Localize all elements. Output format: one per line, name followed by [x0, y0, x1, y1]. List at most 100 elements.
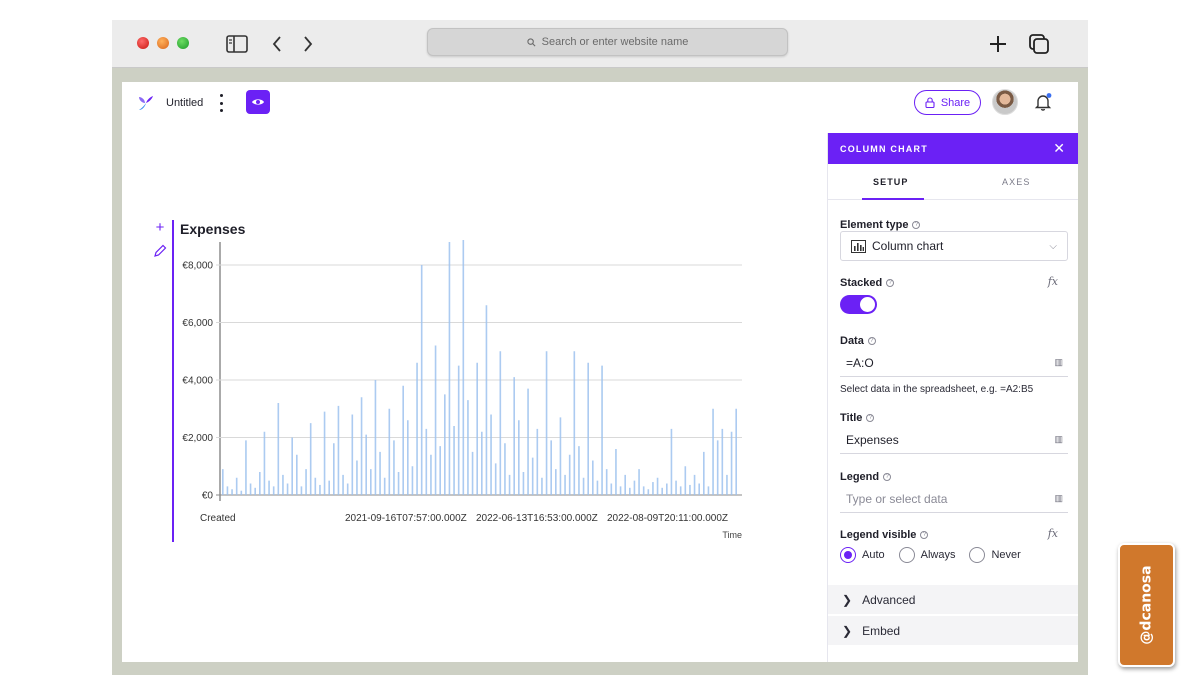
column-bar: [346, 483, 349, 495]
radio-auto[interactable]: [840, 547, 856, 563]
column-bar: [679, 486, 682, 496]
column-bar: [698, 483, 700, 495]
legend-input-placeholder: Type or select data: [846, 491, 948, 506]
panel-header-title: COLUMN CHART: [840, 143, 928, 154]
address-bar[interactable]: Search or enter website name: [427, 28, 788, 56]
column-bar: [689, 484, 691, 495]
stacked-toggle[interactable]: [840, 295, 877, 314]
stacked-label: Stacked?: [840, 277, 895, 289]
column-bar: [235, 477, 238, 495]
y-tick-label: €4,000: [182, 376, 213, 387]
column-bar: [633, 480, 636, 496]
column-bar: [259, 472, 261, 495]
column-chart-icon: [851, 239, 866, 253]
legend-label: Legend?: [840, 471, 892, 483]
column-bar: [601, 365, 603, 496]
column-bar: [245, 440, 247, 496]
chevron-right-icon: ❯: [842, 623, 853, 638]
address-bar-placeholder: Search or enter website name: [541, 36, 689, 48]
column-bar: [263, 431, 266, 495]
column-bar: [296, 454, 298, 495]
tab-axes[interactable]: AXES: [954, 164, 1079, 199]
title-label: Title?: [840, 412, 875, 424]
radio-never[interactable]: [969, 547, 986, 563]
radio-always-label: Always: [920, 549, 956, 561]
forward-arrow-icon[interactable]: [296, 32, 320, 56]
new-tab-plus-icon[interactable]: [986, 32, 1010, 56]
close-window-button[interactable]: [137, 37, 149, 49]
share-button[interactable]: Share: [914, 90, 981, 115]
column-bar: [397, 472, 400, 495]
column-bar: [240, 490, 243, 495]
panel-tabs: SETUP AXES: [828, 164, 1078, 200]
help-icon[interactable]: ?: [886, 279, 895, 287]
maximize-window-button[interactable]: [177, 37, 189, 49]
column-bar: [494, 463, 497, 496]
close-icon[interactable]: ✕: [1053, 140, 1065, 157]
expenses-column-chart[interactable]: €0 €2,000 €4,000 €6,000 €8,000 Created 2021-09…: [176, 240, 756, 540]
user-avatar[interactable]: [992, 89, 1018, 115]
embed-section-label: Embed: [862, 623, 901, 638]
column-bar: [467, 400, 469, 496]
element-type-label: Element type?: [840, 219, 921, 231]
preview-eye-button[interactable]: [246, 90, 270, 114]
select-range-icon[interactable]: ▥: [1054, 434, 1062, 445]
column-bar: [707, 486, 710, 496]
add-element-plus-icon[interactable]: +: [152, 220, 168, 237]
help-icon[interactable]: ?: [920, 531, 929, 539]
notification-bell-icon[interactable]: [1033, 92, 1053, 112]
column-bar: [282, 474, 284, 496]
search-icon: [526, 37, 536, 46]
column-bar: [499, 351, 502, 495]
data-range-input[interactable]: =A:O ▥: [840, 349, 1068, 377]
document-title[interactable]: Untitled: [166, 97, 203, 109]
help-icon[interactable]: ?: [912, 221, 921, 229]
y-tick-label: €8,000: [182, 261, 213, 272]
formula-fx-icon[interactable]: fx: [1048, 527, 1058, 540]
advanced-section[interactable]: ❯ Advanced: [828, 585, 1078, 615]
help-icon[interactable]: ?: [867, 337, 876, 345]
column-bar: [485, 305, 488, 495]
edit-pencil-icon[interactable]: [152, 243, 168, 259]
panel-header: COLUMN CHART ✕: [828, 133, 1078, 164]
data-label: Data?: [840, 335, 876, 347]
column-bar: [291, 437, 293, 495]
more-options-icon[interactable]: [216, 93, 226, 113]
title-input[interactable]: Expenses ▥: [840, 426, 1068, 454]
tabs-overview-icon[interactable]: [1027, 32, 1051, 56]
title-input-value: Expenses: [846, 432, 899, 447]
column-bar: [531, 457, 534, 496]
column-bar: [286, 483, 289, 495]
sidebar-toggle-icon[interactable]: [225, 32, 249, 56]
select-range-icon[interactable]: ▥: [1054, 357, 1062, 368]
element-type-select[interactable]: Column chart ⌵: [840, 231, 1068, 261]
column-bar: [541, 477, 543, 495]
column-bar: [670, 428, 673, 496]
tab-setup[interactable]: SETUP: [828, 164, 954, 200]
x-tick-label: 2022-06-13T16:53:00.000Z: [476, 513, 598, 524]
data-range-value: =A:O: [846, 355, 874, 370]
column-bar: [342, 474, 344, 496]
column-bar: [411, 466, 414, 495]
column-bar: [444, 394, 446, 496]
element-type-value: Column chart: [872, 239, 944, 253]
chart-title: Expenses: [180, 221, 246, 237]
column-bar: [272, 486, 275, 496]
minimize-window-button[interactable]: [157, 37, 169, 49]
chevron-right-icon: ❯: [842, 592, 853, 607]
select-range-icon[interactable]: ▥: [1054, 493, 1062, 504]
embed-section[interactable]: ❯ Embed: [828, 616, 1078, 646]
column-bar: [592, 460, 594, 495]
help-icon[interactable]: ?: [883, 473, 892, 481]
back-arrow-icon[interactable]: [265, 32, 289, 56]
x-tick-label: Created: [200, 513, 236, 524]
column-bar: [453, 426, 455, 495]
column-bar: [518, 420, 520, 495]
radio-always[interactable]: [898, 547, 915, 563]
column-bar: [666, 483, 668, 495]
legend-input[interactable]: Type or select data ▥: [840, 485, 1068, 513]
column-bar: [365, 434, 367, 496]
column-bar: [587, 362, 589, 495]
help-icon[interactable]: ?: [866, 414, 875, 422]
formula-fx-icon[interactable]: fx: [1048, 275, 1058, 288]
